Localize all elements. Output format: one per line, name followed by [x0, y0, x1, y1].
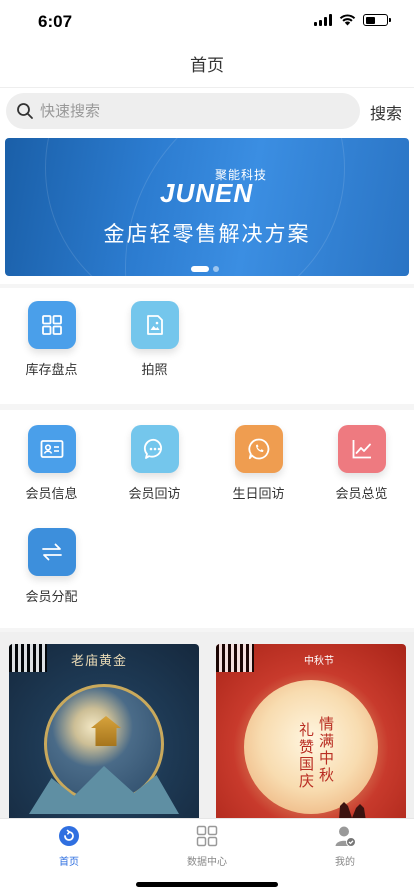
- search-icon: [17, 103, 33, 119]
- swap-icon: [27, 528, 76, 576]
- poster-card-left[interactable]: 老庙黄金: [9, 644, 199, 822]
- chart-icon: [337, 425, 386, 473]
- poster-text-right: 情满中秋: [317, 716, 335, 784]
- banner-carousel[interactable]: 聚能科技 JUNEN 金店轻零售解决方案: [5, 138, 409, 276]
- home-indicator: [136, 882, 278, 887]
- poster-list: 老庙黄金 中秋节 礼赞国庆 情满中秋: [0, 632, 414, 822]
- search-row: 搜索: [0, 88, 414, 134]
- wifi-icon: [339, 14, 356, 26]
- signal-icon: [314, 14, 332, 26]
- poster-badge: 中秋节: [304, 656, 334, 667]
- search-button[interactable]: 搜索: [370, 100, 402, 124]
- tab-data-center[interactable]: 数据中心: [138, 825, 276, 868]
- tab-home[interactable]: 首页: [0, 825, 138, 868]
- tab-label: 首页: [59, 857, 79, 868]
- member-item-assign[interactable]: 会员分配: [0, 528, 103, 605]
- poster-card-right[interactable]: 中秋节 礼赞国庆 情满中秋: [216, 644, 406, 822]
- phone-icon: [234, 425, 283, 473]
- tab-profile[interactable]: 我的: [276, 825, 414, 868]
- search-box[interactable]: [6, 93, 360, 129]
- member-item-birthday[interactable]: 生日回访: [207, 425, 310, 502]
- status-time: 6:07: [38, 12, 73, 31]
- member-label: 会员总览: [335, 487, 388, 502]
- nav-bar: 首页: [0, 44, 414, 88]
- carousel-dot-active[interactable]: [191, 266, 209, 272]
- chat-icon: [130, 425, 179, 473]
- page-title: 首页: [190, 56, 224, 76]
- member-label: 会员分配: [25, 590, 78, 605]
- search-input[interactable]: [40, 102, 330, 120]
- poster-text-left: 礼赞国庆: [297, 722, 315, 790]
- tab-label: 数据中心: [187, 857, 227, 868]
- member-label: 生日回访: [232, 487, 285, 502]
- tool-item-photo[interactable]: 拍照: [103, 301, 206, 378]
- qr-code-image: [9, 644, 47, 672]
- member-label: 会员信息: [25, 487, 78, 502]
- app-screen: 6:07 首页 搜索: [0, 0, 414, 896]
- tool-label: 拍照: [141, 363, 168, 378]
- poster-brand: 老庙黄金: [71, 654, 128, 669]
- banner-logo: JUNEN: [160, 178, 254, 208]
- tools-panel: 库存盘点 拍照: [0, 288, 414, 404]
- status-icons: [314, 14, 391, 26]
- tool-label: 库存盘点: [25, 363, 78, 378]
- member-item-overview[interactable]: 会员总览: [310, 425, 413, 502]
- carousel-dots: [191, 266, 219, 272]
- profile-icon: [335, 826, 356, 847]
- battery-icon: [363, 14, 391, 26]
- grid-icon: [27, 301, 76, 349]
- member-label: 会员回访: [128, 487, 181, 502]
- banner-section: 聚能科技 JUNEN 金店轻零售解决方案: [0, 134, 414, 284]
- carousel-dot[interactable]: [213, 266, 219, 272]
- tab-label: 我的: [335, 857, 355, 868]
- qr-code-image: [216, 644, 254, 672]
- home-icon: [59, 826, 79, 846]
- image-icon: [130, 301, 179, 349]
- status-bar: 6:07: [0, 0, 414, 44]
- banner-title: 金店轻零售解决方案: [103, 222, 311, 246]
- tool-item-inventory[interactable]: 库存盘点: [0, 301, 103, 378]
- member-panel: 会员信息 会员回访 生日回访 会员总览 会员分配: [0, 410, 414, 628]
- data-center-icon: [196, 825, 218, 847]
- member-item-info[interactable]: 会员信息: [0, 425, 103, 502]
- member-item-revisit[interactable]: 会员回访: [103, 425, 206, 502]
- id-card-icon: [27, 425, 76, 473]
